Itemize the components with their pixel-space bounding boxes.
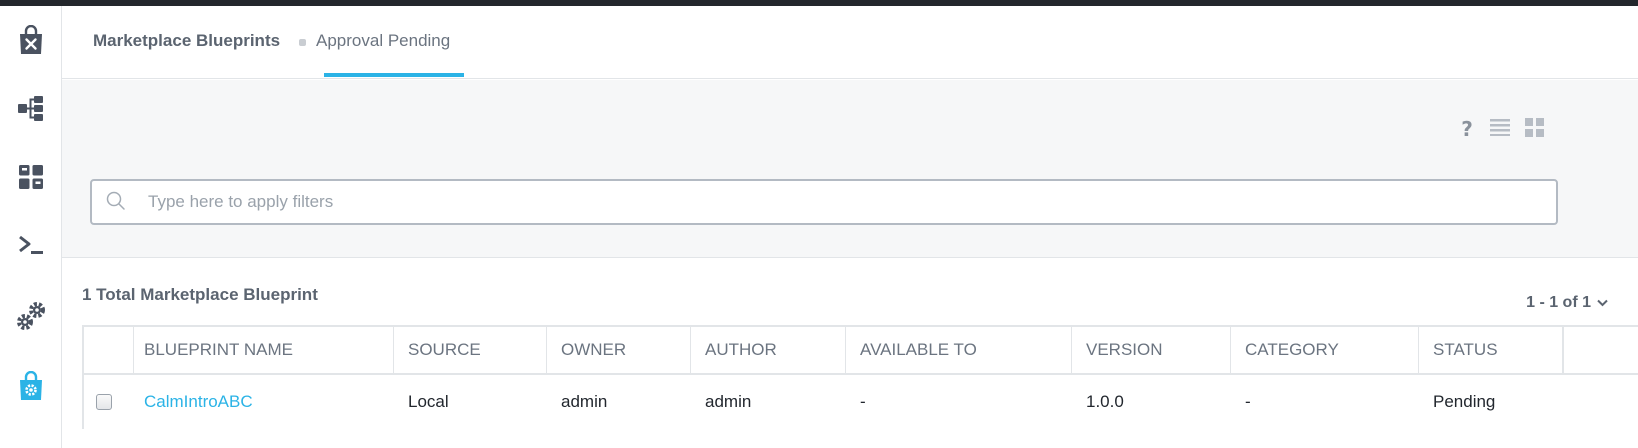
search-icon <box>106 191 125 210</box>
cell-source: Local <box>408 392 449 411</box>
cell-owner: admin <box>561 392 608 411</box>
table-header: BLUEPRINT NAME SOURCE OWNER AUTHOR AVAIL… <box>84 327 1638 375</box>
sidebar-item-blueprints[interactable] <box>0 81 61 137</box>
blueprints-table: BLUEPRINT NAME SOURCE OWNER AUTHOR AVAIL… <box>82 325 1638 429</box>
cell-status: Pending <box>1433 392 1496 411</box>
active-tab-indicator <box>324 73 464 77</box>
search-box <box>90 179 1558 225</box>
cell-version: 1.0.0 <box>1086 392 1124 411</box>
column-header-source[interactable]: SOURCE <box>394 327 547 373</box>
tab-bar: Marketplace Blueprints Approval Pending <box>62 6 1638 79</box>
column-header-owner[interactable]: OWNER <box>547 327 691 373</box>
cell-category: - <box>1245 392 1251 411</box>
sidebar-item-marketplace-manager[interactable] <box>0 358 61 414</box>
left-sidebar <box>0 6 62 448</box>
select-column-header <box>84 327 134 373</box>
column-header-status[interactable]: STATUS <box>1419 327 1564 373</box>
list-view-icon <box>1490 119 1510 136</box>
results-count: 1 Total Marketplace Blueprint <box>82 285 318 304</box>
runbooks-terminal-icon <box>18 235 43 254</box>
blueprints-icon <box>17 96 43 121</box>
filter-panel: ? <box>62 80 1638 258</box>
sidebar-item-runbooks[interactable] <box>0 217 61 273</box>
cell-author: admin <box>705 392 752 411</box>
column-header-category[interactable]: CATEGORY <box>1231 327 1419 373</box>
help-icon: ? <box>1461 117 1473 141</box>
applications-grid-icon <box>18 165 43 189</box>
pagination-label: 1 - 1 of 1 <box>1526 294 1591 311</box>
cell-available-to: - <box>860 392 866 411</box>
grid-view-icon <box>1524 117 1544 137</box>
pagination-dropdown[interactable]: 1 - 1 of 1 <box>1526 294 1608 312</box>
main-content: Marketplace Blueprints Approval Pending … <box>62 6 1638 448</box>
column-header-author[interactable]: AUTHOR <box>691 327 846 373</box>
help-button[interactable]: ? <box>1456 117 1478 141</box>
row-checkbox[interactable] <box>96 394 112 410</box>
chevron-down-icon <box>1597 299 1608 307</box>
table-row[interactable]: CalmIntroABC Local admin admin - 1.0.0 -… <box>84 375 1638 429</box>
column-header-version[interactable]: VERSION <box>1072 327 1231 373</box>
settings-gears-icon <box>16 302 45 330</box>
grid-view-button[interactable] <box>1523 116 1545 138</box>
column-header-blueprint-name[interactable]: BLUEPRINT NAME <box>130 327 394 373</box>
blueprint-name-link[interactable]: CalmIntroABC <box>130 375 253 429</box>
search-input[interactable] <box>148 181 1538 223</box>
tab-approval-pending[interactable]: Approval Pending <box>316 31 450 51</box>
tab-marketplace-blueprints[interactable]: Marketplace Blueprints <box>93 31 280 51</box>
list-view-button[interactable] <box>1489 116 1511 138</box>
sidebar-item-applications[interactable] <box>0 149 61 205</box>
marketplace-manager-icon <box>19 371 42 400</box>
sidebar-item-settings[interactable] <box>0 288 61 344</box>
sidebar-item-marketplace[interactable] <box>0 12 61 68</box>
tab-separator <box>299 39 306 46</box>
marketplace-bag-icon <box>19 25 42 54</box>
column-header-available-to[interactable]: AVAILABLE TO <box>846 327 1072 373</box>
